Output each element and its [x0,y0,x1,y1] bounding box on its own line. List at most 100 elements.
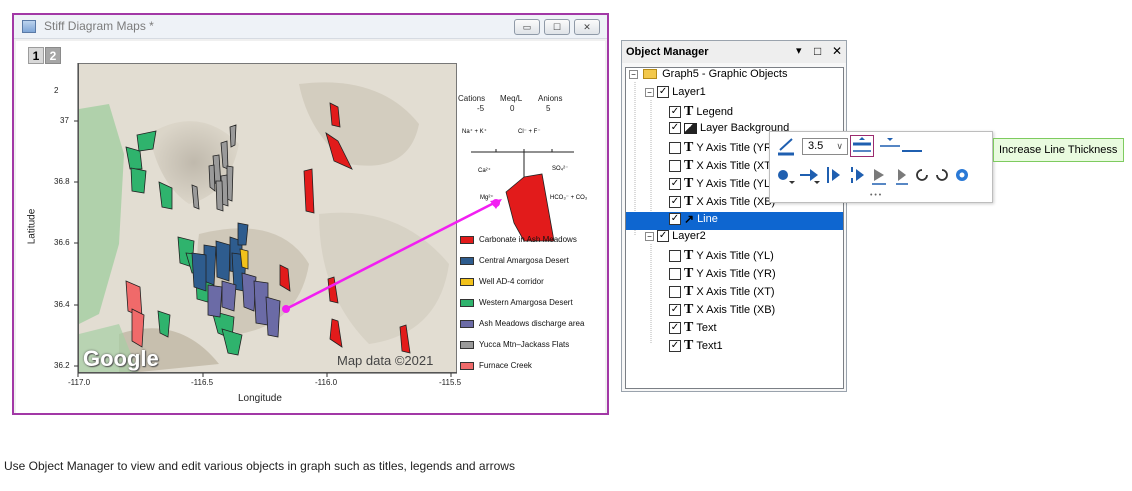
key-na-k: Na⁺ + K⁺ [462,129,487,135]
y-tick-top: 2 [54,86,59,95]
layer-tab-1[interactable]: 1 [28,47,44,64]
tree-node-layer2[interactable]: − ✓ Layer2 [645,230,706,248]
checkbox-unchecked[interactable] [669,268,681,280]
checkbox-checked[interactable]: ✓ [669,340,681,352]
expander-icon[interactable]: − [645,87,654,97]
y-axis-title[interactable]: Latitude [26,209,37,245]
checkbox-checked[interactable]: ✓ [669,304,681,316]
tree-node-l2-x-axis-title-xb[interactable]: ✓ T X Axis Title (XB) [669,302,775,320]
checkbox-checked[interactable]: ✓ [669,196,681,208]
line-style-icon[interactable] [900,135,924,157]
key-hco3: HCO₃⁻ + CO₃ [550,195,588,201]
tree-node-x-axis-title-xt[interactable]: TX Axis Title (XT) [669,158,775,176]
stiff-group-carbonate [279,102,411,354]
maximize-button[interactable]: ☐ [544,19,570,35]
minimize-button[interactable]: ▭ [514,19,540,35]
checkbox-checked[interactable]: ✓ [669,322,681,334]
checkbox-unchecked[interactable] [669,286,681,298]
x-tick: -116.0 [315,378,338,387]
tooltip: Increase Line Thickness [993,138,1124,162]
close-button[interactable]: ✕ [574,19,600,35]
graph-titlebar[interactable]: Stiff Diagram Maps * ▭ ☐ ✕ [14,15,607,39]
expander-icon[interactable]: − [645,231,654,241]
mini-toolbar[interactable]: 3.5 ∨ • • • [769,131,993,203]
key-cl-f: Cl⁻ + F⁻ [518,129,541,135]
tree-node-l2-y-axis-title-yr[interactable]: TY Axis Title (YR) [669,266,776,284]
checkbox-checked[interactable]: ✓ [669,122,681,135]
arrow-begin-shape-icon [778,170,788,180]
more-options-icon[interactable]: • • • [870,192,881,199]
image-object-icon [684,122,697,134]
tree-node-legend[interactable]: ✓ T Legend [669,104,733,122]
app-icon [22,20,36,33]
tree-node-line-selected[interactable]: ✓ ↗ Line [626,212,843,230]
panel-float-button[interactable]: □ [814,44,821,58]
line-thickness-combo[interactable]: 3.5 ∨ [802,138,848,155]
tree-node-l2-y-axis-title-yl[interactable]: TY Axis Title (YL) [669,248,774,266]
tree-node-layer1[interactable]: − ✓ Layer1 [645,86,706,104]
object-tree[interactable]: − Graph5 - Graphic Objects − ✓ Layer1 ✓ T… [625,67,844,389]
legend-swatch [460,298,474,307]
checkbox-checked[interactable]: ✓ [657,86,670,99]
legend-swatch [460,235,474,244]
expander-icon[interactable]: − [629,69,638,79]
tree-node-y-axis-title-yl[interactable]: ✓ T Y Axis Title (YL) [669,176,774,194]
stiff-group-furnace [125,280,145,348]
text-object-icon: T [684,176,694,191]
text-object-icon: T [684,104,694,119]
legend-swatch [460,277,474,286]
x-axis-title[interactable]: Longitude [238,393,282,404]
legend-item: Central Amargosa Desert [460,256,605,270]
checkbox-unchecked[interactable] [669,142,681,154]
tree-node-l2-text[interactable]: ✓ T Text [669,320,717,338]
graph-page[interactable]: Google Map data ©2021 2 37 36.8 36.6 36.… [16,41,605,413]
arrow-start-handle [282,305,290,313]
caption-text: Use Object Manager to view and edit vari… [4,459,515,473]
text-object-icon: T [684,266,694,281]
legend-item: Yucca Mtn–Jackass Flats [460,340,605,354]
checkbox-checked[interactable]: ✓ [669,106,681,118]
checkbox-unchecked[interactable] [669,250,681,262]
object-manager-header[interactable]: Object Manager ▾ □ ✕ [622,41,846,63]
checkbox-checked[interactable]: ✓ [657,230,670,243]
legend-item: Western Amargosa Desert [460,298,605,312]
folder-icon [643,69,658,80]
arrow-object-icon: ↗ [684,212,695,226]
panel-close-button[interactable]: ✕ [832,44,842,58]
legend-item: Well AD-4 corridor [460,277,605,291]
y-tick: 36.2 [54,361,70,370]
key-scale: -5 [477,104,485,113]
checkbox-unchecked[interactable] [669,160,681,172]
legend-item: Ash Meadows discharge area [460,319,605,333]
legend-swatch [460,361,474,370]
key-ca: Ca²⁺ [478,168,491,174]
stiff-group-yucca [191,124,237,212]
tree-node-graph[interactable]: − Graph5 - Graphic Objects [629,68,787,86]
legend[interactable]: Carbonate in Ash Meadows Central Amargos… [460,235,605,375]
legend-swatch [460,256,474,265]
line-color-icon[interactable] [776,136,798,158]
panel-menu-button[interactable]: ▾ [796,44,802,57]
tree-node-x-axis-title-xb[interactable]: ✓ T X Axis Title (XB) [669,194,775,212]
arrow-shrink-icon [898,169,906,181]
tree-node-l2-text1[interactable]: ✓ T Text1 [669,338,723,356]
tree-node-l2-x-axis-title-xt[interactable]: TX Axis Title (XT) [669,284,775,302]
x-tick: -117.0 [68,378,91,387]
checkbox-checked[interactable]: ✓ [669,178,681,190]
layer-tab-2[interactable]: 2 [45,47,61,64]
text-object-icon: T [684,194,694,209]
checkbox-checked[interactable]: ✓ [669,213,681,225]
chevron-down-icon[interactable]: ∨ [836,139,843,154]
text-object-icon: T [684,302,694,317]
object-manager-panel[interactable]: Object Manager ▾ □ ✕ − Graph5 - Graphic … [621,40,847,392]
decrease-line-thickness-icon[interactable] [878,135,902,157]
increase-line-thickness-icon[interactable] [850,135,874,157]
stiff-group-central [191,222,281,338]
graph-window[interactable]: Stiff Diagram Maps * ▭ ☐ ✕ Google Map da… [12,13,609,415]
tree-node-y-axis-title-yr[interactable]: TY Axis Title (YR) [669,140,776,158]
rotate-ccw-icon [916,169,928,181]
window-title: Stiff Diagram Maps * [44,19,154,33]
key-scale: 5 [546,104,551,113]
arrow-tools-row[interactable] [774,164,979,186]
text-object-icon: T [684,284,694,299]
